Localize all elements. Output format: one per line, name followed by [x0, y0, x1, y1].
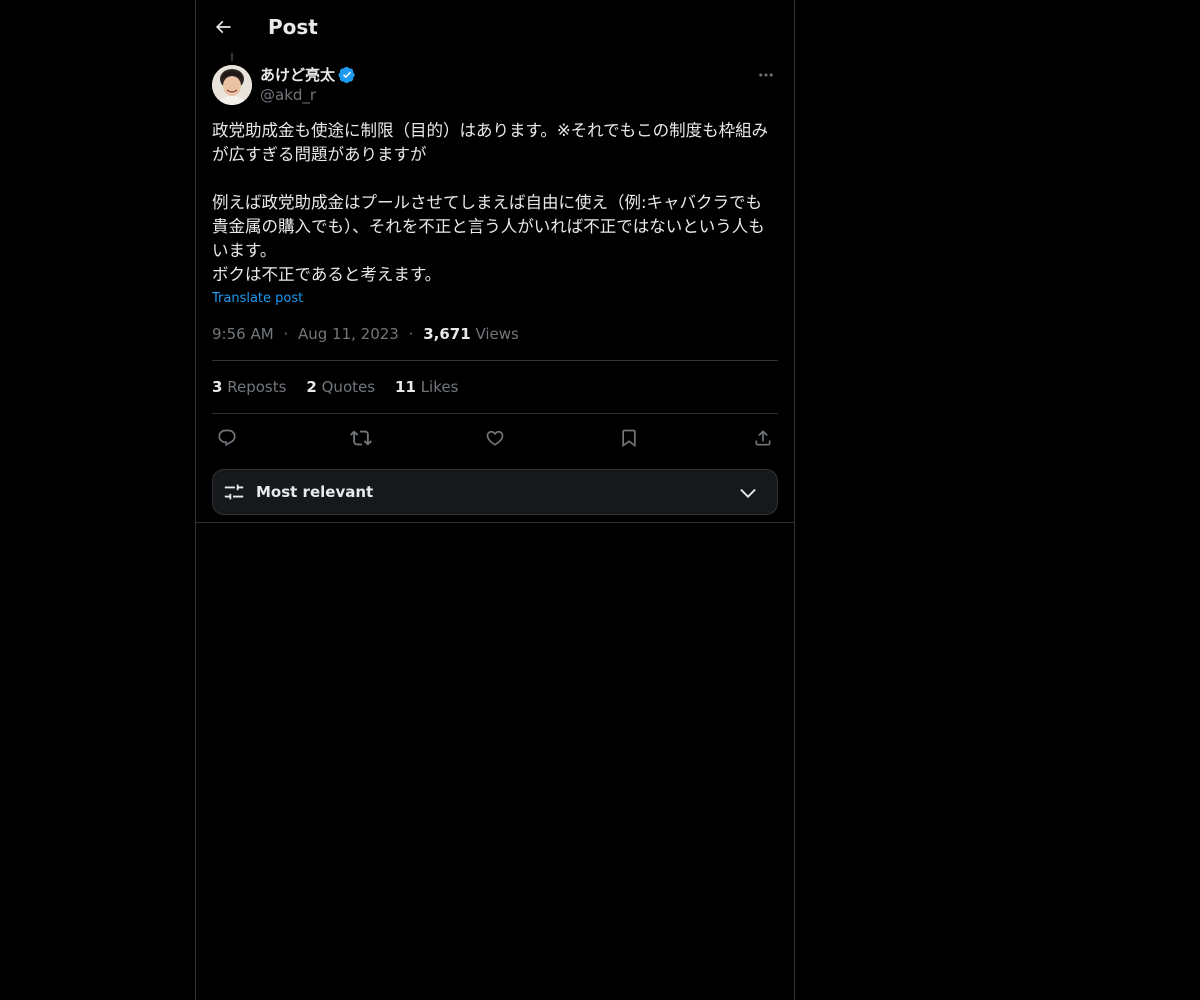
- back-button[interactable]: [208, 12, 238, 42]
- likes-count: 11: [395, 378, 416, 396]
- sort-label: Most relevant: [256, 483, 374, 501]
- top-bar: Post: [196, 0, 794, 53]
- reply-sort-dropdown[interactable]: Most relevant: [212, 469, 778, 515]
- share-icon: [755, 430, 771, 446]
- post-meta: 9:56 AM · Aug 11, 2023 · 3,671 Views: [212, 324, 519, 344]
- post-time[interactable]: 9:56 AM: [212, 325, 274, 343]
- like-button[interactable]: [480, 424, 510, 452]
- author-name-text: あけど亮太: [260, 66, 336, 84]
- sliders-icon: [224, 484, 244, 500]
- post-text: 政党助成金も使途に制限（目的）はあります。※それでもこの制度も枠組みが広すぎる問…: [212, 121, 769, 284]
- action-bar: [212, 424, 778, 452]
- chevron-down-icon: [740, 488, 756, 498]
- author-handle[interactable]: @akd_r: [260, 85, 316, 105]
- bookmark-button[interactable]: [614, 424, 644, 452]
- more-options-button[interactable]: [754, 65, 778, 85]
- likes-stat[interactable]: 11 Likes: [395, 377, 458, 397]
- repost-button[interactable]: [346, 424, 376, 452]
- thread-connector: [231, 53, 233, 61]
- avatar[interactable]: [212, 65, 252, 105]
- heart-icon: [486, 430, 504, 446]
- arrow-left-icon: [215, 20, 231, 34]
- more-dots-icon: [759, 73, 773, 77]
- reposts-count: 3: [212, 378, 223, 396]
- quotes-label: Quotes: [321, 378, 376, 396]
- post-author-header: あけど亮太 @akd_r: [212, 63, 778, 107]
- divider: [212, 360, 778, 361]
- likes-label: Likes: [420, 378, 459, 396]
- bookmark-icon: [622, 429, 636, 448]
- reposts-stat[interactable]: 3 Reposts: [212, 377, 286, 397]
- divider: [212, 413, 778, 414]
- engagement-stats: 3 Reposts 2 Quotes 11 Likes: [212, 377, 478, 397]
- section-bottom-border: [196, 522, 794, 523]
- primary-column: Post あけど亮太 @akd_r 政党助成金も使途に制限（目的）はあります。※…: [195, 0, 795, 1000]
- repost-icon: [350, 430, 372, 446]
- translate-post-link[interactable]: Translate post: [212, 290, 303, 308]
- page-title: Post: [268, 15, 318, 39]
- author-display-name[interactable]: あけど亮太: [260, 65, 356, 85]
- meta-separator: ·: [283, 325, 289, 343]
- share-button[interactable]: [748, 424, 778, 452]
- reply-button[interactable]: [212, 424, 242, 452]
- views-label: Views: [475, 325, 519, 343]
- quotes-count: 2: [306, 378, 317, 396]
- post-date[interactable]: Aug 11, 2023: [298, 325, 399, 343]
- views-count: 3,671: [423, 325, 471, 343]
- reply-icon: [218, 429, 236, 447]
- verified-badge-icon: [338, 66, 355, 84]
- meta-separator: ·: [408, 325, 414, 343]
- reposts-label: Reposts: [227, 378, 287, 396]
- quotes-stat[interactable]: 2 Quotes: [306, 377, 375, 397]
